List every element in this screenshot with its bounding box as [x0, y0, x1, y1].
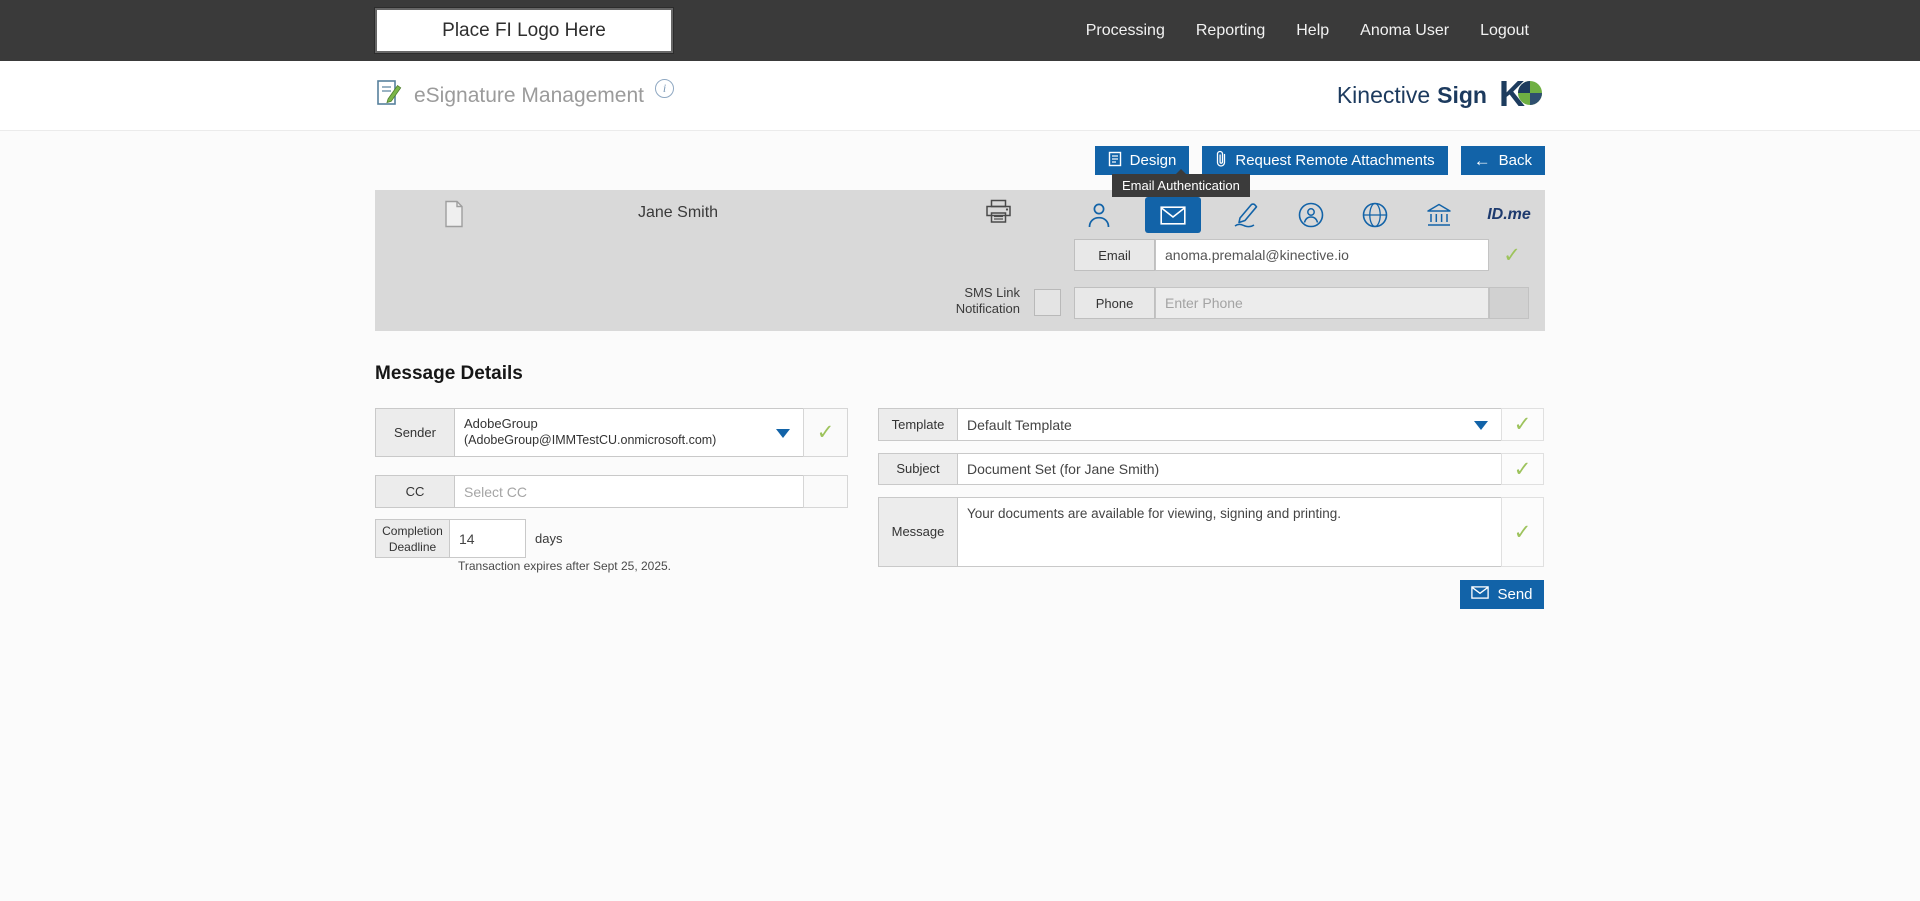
back-button[interactable]: ← Back [1460, 146, 1545, 175]
cc-label: CC [375, 475, 455, 508]
message-valid-check-icon: ✓ [1513, 520, 1532, 544]
deadline-unit-label: days [535, 531, 563, 546]
signature-auth-icon[interactable] [1229, 195, 1265, 235]
sender-dropdown[interactable]: AdobeGroup (AdobeGroup@IMMTestCU.onmicro… [454, 408, 804, 457]
template-value: Default Template [967, 416, 1072, 433]
subject-label: Subject [878, 453, 958, 485]
message-textarea[interactable]: Your documents are available for viewing… [957, 497, 1502, 567]
message-label: Message [878, 497, 958, 567]
cc-status-cell [803, 475, 848, 508]
request-remote-attachments-label: Request Remote Attachments [1235, 152, 1435, 169]
subject-input[interactable] [957, 453, 1502, 485]
back-button-label: Back [1498, 152, 1532, 169]
idme-auth-icon[interactable]: ID.me [1485, 195, 1533, 235]
fi-logo-placeholder: Place FI Logo Here [375, 8, 673, 53]
nav-user-menu[interactable]: Anoma User [1360, 22, 1449, 40]
design-button-label: Design [1129, 152, 1177, 169]
sender-valid-check-icon: ✓ [816, 421, 835, 444]
nav-help[interactable]: Help [1296, 22, 1329, 40]
web-auth-icon[interactable] [1357, 195, 1393, 235]
sender-label: Sender [375, 408, 455, 457]
template-label: Template [878, 408, 958, 441]
brand-product: Sign [1437, 82, 1487, 108]
design-document-icon [1108, 151, 1122, 171]
authentication-methods: ID.me [1081, 195, 1533, 235]
email-auth-icon[interactable] [1145, 197, 1201, 233]
transaction-expiry-note: Transaction expires after Sept 25, 2025. [458, 559, 672, 573]
sender-value-name: AdobeGroup [464, 416, 538, 431]
sender-valid-cell: ✓ [803, 408, 848, 457]
email-valid-check-icon: ✓ [1503, 243, 1521, 267]
user-auth-icon[interactable] [1081, 195, 1117, 235]
main-content: Design Request Remote Attachments ← Back… [375, 131, 1545, 901]
completion-deadline-input[interactable] [449, 519, 526, 558]
email-authentication-tooltip: Email Authentication [1112, 169, 1250, 197]
nav-processing[interactable]: Processing [1086, 22, 1165, 40]
chevron-down-icon [776, 428, 790, 438]
top-nav: Processing Reporting Help Anoma User Log… [1086, 22, 1529, 40]
sender-value-email: (AdobeGroup@IMMTestCU.onmicrosoft.com) [464, 433, 717, 447]
send-button-label: Send [1497, 586, 1533, 603]
phone-status-cell [1489, 287, 1529, 319]
message-valid-cell: ✓ [1501, 497, 1544, 567]
back-arrow-icon: ← [1473, 151, 1491, 170]
nav-reporting[interactable]: Reporting [1196, 22, 1265, 40]
template-dropdown[interactable]: Default Template [957, 408, 1502, 441]
subject-valid-check-icon: ✓ [1513, 457, 1532, 481]
document-icon [442, 200, 466, 233]
esignature-document-icon [375, 79, 403, 112]
phone-input[interactable] [1155, 287, 1489, 319]
subject-valid-cell: ✓ [1501, 453, 1544, 485]
app-header: eSignature Management i Kinective Sign K [0, 61, 1920, 131]
send-envelope-icon [1471, 586, 1490, 603]
sms-link-notification-checkbox[interactable] [1034, 289, 1061, 316]
recipient-name: Jane Smith [638, 204, 719, 221]
kba-auth-icon[interactable] [1293, 195, 1329, 235]
request-remote-attachments-button[interactable]: Request Remote Attachments [1202, 146, 1448, 175]
sms-link-notification-label: SMS Link Notification [955, 285, 1020, 316]
nav-logout[interactable]: Logout [1480, 22, 1529, 40]
bank-auth-icon[interactable] [1421, 195, 1457, 235]
svg-text:K: K [1499, 75, 1525, 111]
recipient-panel: Jane Smith ID.me Email anoma.premalal@ki… [375, 190, 1545, 331]
kinective-logo-icon: K [1499, 73, 1545, 116]
email-input[interactable] [1155, 239, 1489, 271]
cc-input[interactable] [454, 475, 804, 508]
top-navigation-bar: Place FI Logo Here Processing Reporting … [0, 0, 1920, 61]
chevron-down-icon [1474, 420, 1488, 430]
message-details-heading: Message Details [375, 363, 523, 384]
printer-icon[interactable] [985, 199, 1012, 229]
send-button[interactable]: Send [1460, 580, 1544, 609]
page-title: eSignature Management [414, 83, 644, 107]
email-label: Email [1074, 239, 1155, 271]
brand: Kinective Sign K [1336, 73, 1545, 116]
template-valid-cell: ✓ [1501, 408, 1544, 441]
phone-label: Phone [1074, 287, 1155, 319]
paperclip-icon [1215, 150, 1227, 171]
completion-deadline-label: Completion Deadline [375, 519, 450, 558]
template-valid-check-icon: ✓ [1513, 413, 1532, 436]
info-icon[interactable]: i [655, 79, 674, 98]
toolbar: Design Request Remote Attachments ← Back [1094, 146, 1545, 175]
fi-logo-text: Place FI Logo Here [442, 19, 606, 41]
brand-name: Kinective [1336, 82, 1431, 108]
